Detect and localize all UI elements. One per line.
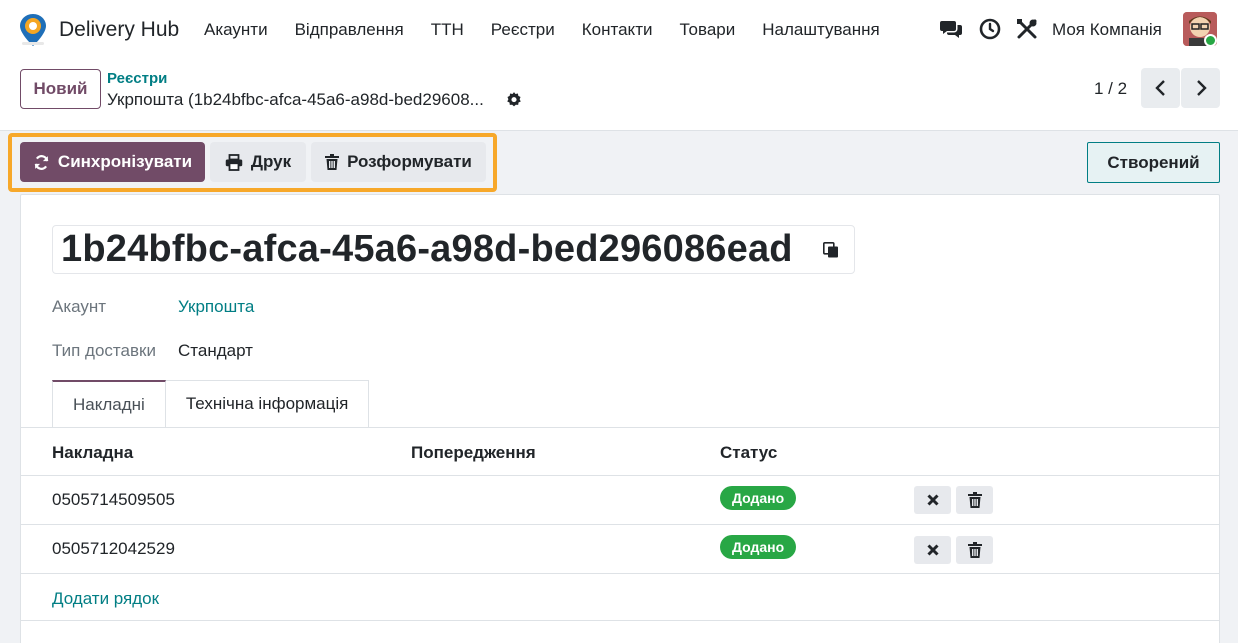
menu-item-settings[interactable]: Налаштування — [762, 20, 880, 40]
close-icon — [926, 494, 939, 506]
table-row-divider — [21, 524, 1219, 525]
column-header-warning[interactable]: Попередження — [411, 443, 536, 463]
copy-icon[interactable] — [823, 242, 839, 258]
menu-item-contacts[interactable]: Контакти — [582, 20, 653, 40]
menu-item-ttn[interactable]: ТТН — [431, 20, 464, 40]
add-line-link[interactable]: Додати рядок — [52, 589, 159, 609]
delivery-type-label: Тип доставки — [52, 341, 156, 360]
control-panel: Новий Реєстри Укрпошта (1b24bfbc-afca-45… — [0, 59, 1238, 131]
table-row-waybill-number[interactable]: 0505714509505 — [52, 490, 175, 510]
status-badge: Додано — [720, 486, 797, 510]
column-header-status[interactable]: Статус — [720, 443, 777, 463]
tabs-divider — [21, 427, 1219, 428]
pager-next-button[interactable] — [1181, 68, 1220, 108]
record-title[interactable]: 1b24bfbc-afca-45a6-a98d-bed296086ead — [61, 228, 793, 271]
menu-item-registries[interactable]: Реєстри — [491, 20, 555, 40]
chat-icon[interactable] — [939, 17, 963, 41]
form-statusbar: Синхронізувати Друк Розформувати Створен… — [0, 131, 1238, 195]
table-row-waybill-number[interactable]: 0505712042529 — [52, 539, 175, 559]
top-navbar: Delivery Hub Акаунти Відправлення ТТН Ре… — [0, 0, 1238, 59]
app-logo-icon[interactable] — [16, 12, 50, 48]
breadcrumb-current: Укрпошта (1b24bfbc-afca-45a6-a98d-bed296… — [107, 90, 484, 109]
tools-icon[interactable] — [1015, 17, 1039, 41]
pager-value[interactable]: 1 / 2 — [1094, 79, 1127, 99]
row-delete-button[interactable] — [956, 486, 993, 514]
row-remove-button[interactable] — [914, 486, 951, 514]
tab-technical-info[interactable]: Технічна інформація — [165, 380, 370, 428]
delivery-type-value[interactable]: Стандарт — [178, 341, 253, 361]
row-delete-button[interactable] — [956, 536, 993, 564]
online-status-icon — [1204, 34, 1217, 47]
menu-item-accounts[interactable]: Акаунти — [204, 20, 268, 40]
row-remove-button[interactable] — [914, 536, 951, 564]
account-value-link[interactable]: Укрпошта — [178, 297, 254, 317]
trash-icon — [967, 542, 982, 558]
column-header-waybill[interactable]: Накладна — [52, 443, 133, 463]
tab-waybills[interactable]: Накладні — [52, 380, 166, 428]
status-created-button[interactable]: Створений — [1087, 142, 1220, 183]
main-menu: Акаунти Відправлення ТТН Реєстри Контакт… — [204, 20, 907, 40]
breadcrumb-parent-link[interactable]: Реєстри — [107, 70, 167, 87]
table-row-divider — [21, 573, 1219, 574]
menu-item-products[interactable]: Товари — [679, 20, 735, 40]
notebook-tabs: Накладні Технічна інформація — [52, 380, 370, 428]
gear-icon[interactable] — [505, 91, 523, 109]
table-footer-divider — [21, 620, 1219, 621]
company-switcher[interactable]: Моя Компанія — [1052, 20, 1162, 40]
trash-icon — [967, 492, 982, 508]
actions-highlight-frame — [8, 133, 497, 192]
account-label: Акаунт — [52, 297, 107, 316]
new-record-button[interactable]: Новий — [20, 69, 101, 109]
pager-previous-button[interactable] — [1141, 68, 1180, 108]
form-sheet: 1b24bfbc-afca-45a6-a98d-bed296086ead Ака… — [20, 194, 1220, 643]
menu-item-shipments[interactable]: Відправлення — [295, 20, 404, 40]
clock-icon[interactable] — [978, 17, 1002, 41]
status-badge: Додано — [720, 535, 797, 559]
chevron-right-icon — [1196, 80, 1207, 96]
table-header-divider — [21, 475, 1219, 476]
chevron-left-icon — [1154, 80, 1165, 96]
app-name[interactable]: Delivery Hub — [59, 18, 179, 42]
close-icon — [926, 544, 939, 556]
